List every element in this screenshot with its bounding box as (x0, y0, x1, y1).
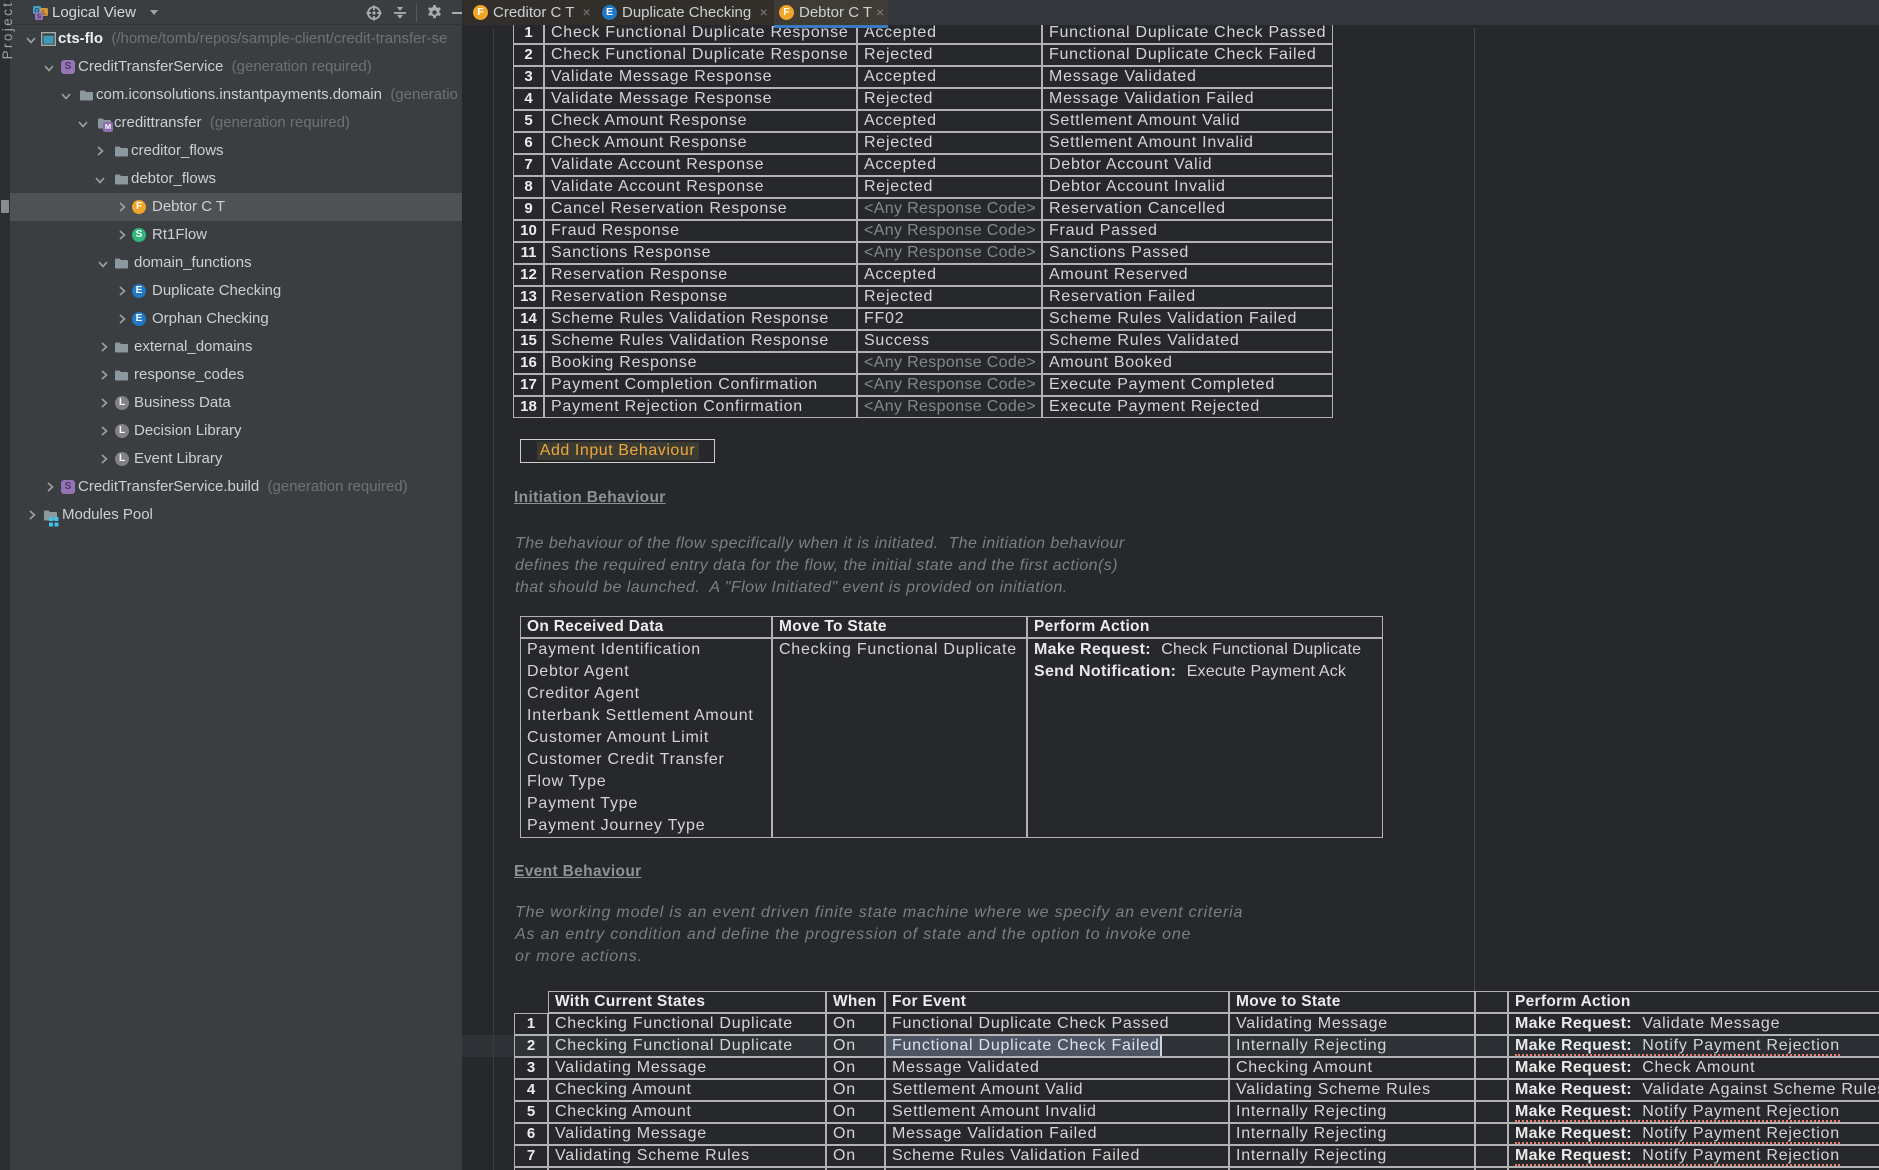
svg-text:S: S (37, 14, 42, 21)
